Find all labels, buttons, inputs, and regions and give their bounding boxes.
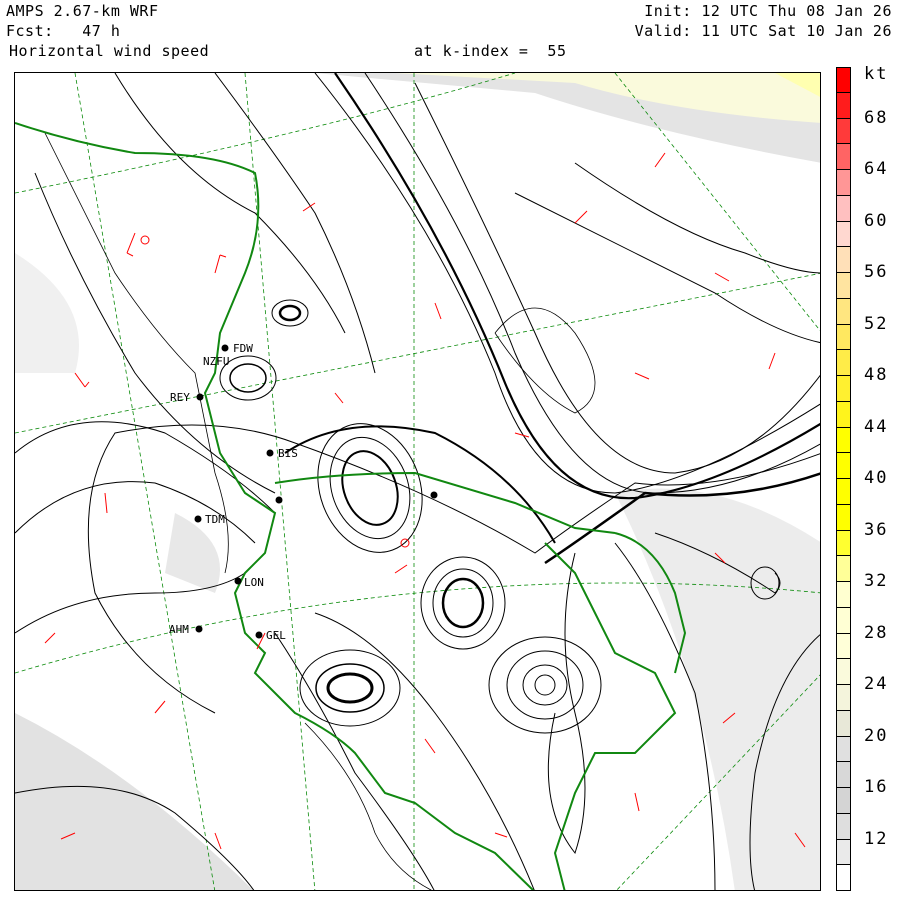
colorbar-swatch — [836, 453, 851, 479]
colorbar-swatch — [836, 92, 851, 119]
colorbar-swatch — [836, 659, 851, 685]
valid-time: Valid: 11 UTC Sat 10 Jan 26 — [634, 22, 892, 40]
colorbar-swatch — [836, 607, 851, 634]
colorbar-label: 68 — [864, 107, 889, 128]
colorbar-swatch — [836, 118, 851, 145]
colorbar-label: 48 — [864, 365, 889, 385]
colorbar-swatch — [836, 170, 851, 196]
colorbar-label: 32 — [864, 571, 889, 591]
colorbar-swatch — [836, 221, 851, 248]
station-label: GEL — [266, 629, 286, 642]
colorbar-swatch — [836, 144, 851, 170]
station-label: LON — [244, 576, 264, 589]
colorbar-swatch — [836, 839, 851, 866]
colorbar — [836, 67, 851, 891]
colorbar-swatch — [836, 530, 851, 557]
coastline — [44, 132, 596, 890]
colorbar-swatch — [836, 247, 851, 273]
model-title: AMPS 2.67-km WRF — [6, 2, 159, 20]
forecast-hour: Fcst: 47 h — [6, 22, 121, 40]
colorbar-swatch — [836, 710, 851, 737]
streamlines — [15, 73, 820, 890]
station-label: AHM — [169, 623, 189, 636]
colorbar-label: 36 — [864, 519, 889, 540]
field-name: Horizontal wind speed — [9, 42, 210, 60]
map-canvas: FDW NZFU REY BIS TDM LON AHM GEL — [15, 73, 820, 890]
colorbar-swatch — [836, 401, 851, 428]
colorbar-label: 52 — [864, 313, 889, 334]
station-label: REY — [170, 391, 190, 404]
colorbar-swatch — [836, 633, 851, 660]
colorbar-swatch — [836, 195, 851, 222]
colorbar-label: 24 — [864, 674, 889, 694]
colorbar-swatch — [836, 762, 851, 788]
colorbar-swatch — [836, 273, 851, 299]
station-label: TDM — [205, 513, 225, 526]
colorbar-swatch — [836, 556, 851, 582]
colorbar-label: 28 — [864, 622, 889, 643]
colorbar-swatch — [836, 685, 851, 711]
colorbar-label: 20 — [864, 725, 889, 746]
colorbar-swatch — [836, 376, 851, 402]
wind-map: FDW NZFU REY BIS TDM LON AHM GEL — [14, 72, 821, 891]
colorbar-label: 16 — [864, 777, 889, 797]
colorbar-label: 12 — [864, 828, 889, 849]
station-label: NZFU — [203, 355, 230, 368]
colorbar-label: 64 — [864, 159, 889, 179]
colorbar-unit: kt — [864, 64, 889, 84]
colorbar-label: 44 — [864, 416, 889, 437]
colorbar-swatch — [836, 350, 851, 376]
init-time: Init: 12 UTC Thu 08 Jan 26 — [644, 2, 892, 20]
colorbar-swatch — [836, 324, 851, 351]
colorbar-swatch — [836, 427, 851, 454]
colorbar-label: 60 — [864, 210, 889, 231]
colorbar-swatch — [836, 788, 851, 814]
colorbar-swatch — [836, 582, 851, 608]
colorbar-label: 56 — [864, 262, 889, 282]
colorbar-swatch — [836, 813, 851, 840]
colorbar-swatch — [836, 298, 851, 325]
station-label: BIS — [278, 447, 298, 460]
colorbar-swatch — [836, 736, 851, 763]
station-label: FDW — [233, 342, 253, 355]
level-label: at k-index = 55 — [414, 42, 567, 60]
colorbar-swatch — [836, 504, 851, 531]
colorbar-swatch — [836, 67, 851, 93]
colorbar-swatch — [836, 479, 851, 505]
colorbar-swatch — [836, 865, 851, 891]
colorbar-label: 40 — [864, 468, 889, 488]
